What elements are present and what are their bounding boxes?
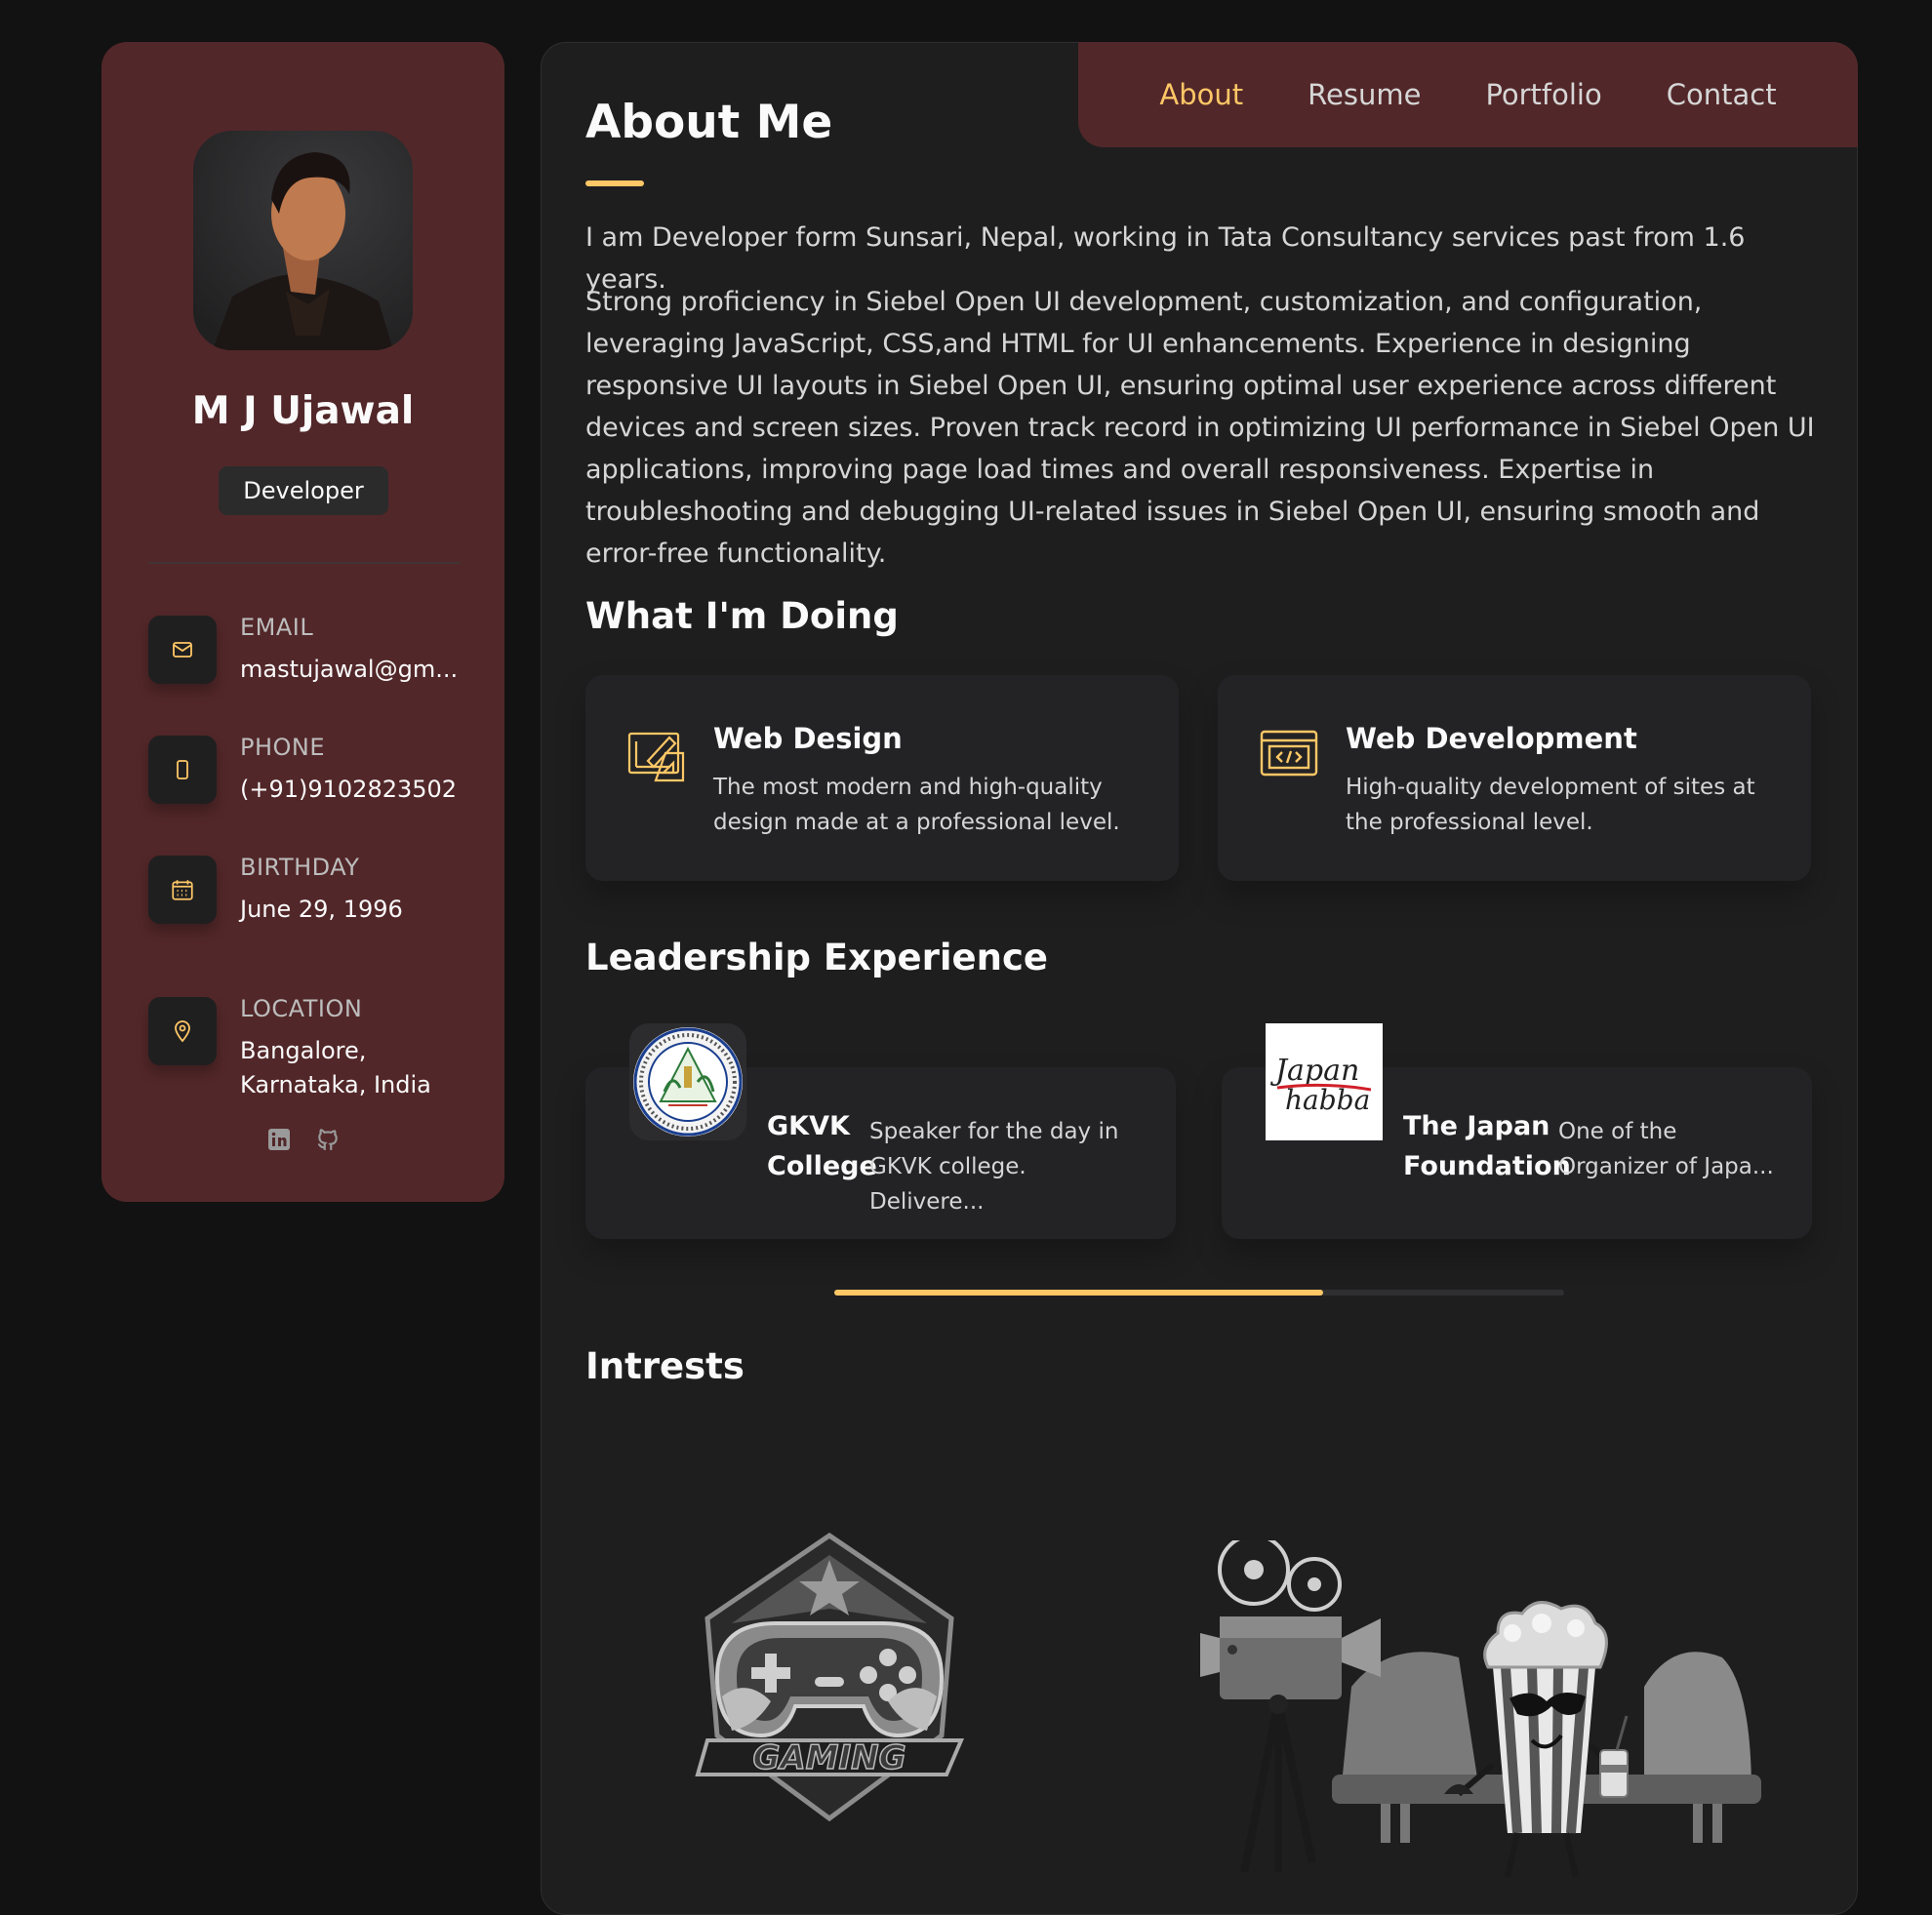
profile-sidebar: M J Ujawal Developer EMAIL mastujawal@gm… <box>101 42 504 1202</box>
nav-resume[interactable]: Resume <box>1308 78 1421 111</box>
role-badge: Developer <box>219 466 388 515</box>
nav-contact[interactable]: Contact <box>1667 78 1777 111</box>
leadership-card-japan-foundation[interactable]: Japan habba The Japan Foundation One of … <box>1222 1023 1812 1239</box>
section-title-doing: What I'm Doing <box>585 595 899 637</box>
email-link[interactable]: mastujawal@gm... <box>240 653 474 687</box>
social-links <box>101 1127 504 1152</box>
code-icon <box>1259 724 1319 784</box>
service-card-web-design: Web Design The most modern and high-qual… <box>585 675 1179 881</box>
gaming-emblem: GAMING <box>678 1531 981 1827</box>
nav-about[interactable]: About <box>1159 78 1243 111</box>
logo-text-japan: Japan <box>1269 1054 1359 1088</box>
movies-illustration <box>1147 1534 1830 1895</box>
nav-portfolio[interactable]: Portfolio <box>1485 78 1601 111</box>
title-underline <box>585 180 644 186</box>
service-title: Web Development <box>1346 722 1637 755</box>
leadership-name: The Japan Foundation <box>1403 1111 1571 1181</box>
scrollbar-thumb[interactable] <box>834 1290 1324 1296</box>
leadership-name: GKVK College <box>767 1111 877 1181</box>
section-title-leadership: Leadership Experience <box>585 937 1048 978</box>
contact-label: LOCATION <box>240 995 363 1022</box>
service-title: Web Design <box>713 722 903 755</box>
contact-label: EMAIL <box>240 614 314 641</box>
navbar: About Resume Portfolio Contact <box>1078 42 1858 147</box>
contact-label: PHONE <box>240 734 326 761</box>
contact-label: BIRTHDAY <box>240 854 360 881</box>
main-panel: About Resume Portfolio Contact About Me … <box>541 42 1858 1915</box>
section-title-interests: Intrests <box>585 1345 745 1387</box>
location-value: Bangalore, Karnataka, India <box>240 1037 431 1098</box>
location-pin-icon <box>148 997 217 1065</box>
service-text: The most modern and high-quality design … <box>713 775 1120 835</box>
phone-icon <box>148 736 217 804</box>
avatar <box>193 131 413 350</box>
gaming-text: GAMING <box>752 1738 906 1777</box>
leadership-card-gkvk[interactable]: GKVK College Speaker for the day in GKVK… <box>585 1023 1176 1239</box>
leadership-text: Speaker for the day in GKVK college. Del… <box>869 1119 1119 1215</box>
service-card-web-development: Web Development High-quality development… <box>1218 675 1811 881</box>
design-icon <box>626 724 687 784</box>
service-text: High-quality development of sites at the… <box>1346 775 1755 835</box>
page-title: About Me <box>585 96 833 149</box>
phone-link[interactable]: (+91)9102823502 <box>240 773 474 807</box>
leadership-scrollbar[interactable] <box>834 1290 1564 1296</box>
profile-name: M J Ujawal <box>191 389 415 433</box>
mail-icon <box>148 616 217 684</box>
calendar-icon <box>148 856 217 924</box>
japan-habba-logo: Japan habba <box>1266 1023 1383 1140</box>
github-icon[interactable] <box>315 1127 341 1152</box>
birthday-value: June 29, 1996 <box>240 896 403 923</box>
divider <box>148 562 461 564</box>
about-details: Strong proficiency in Siebel Open UI dev… <box>585 287 1815 569</box>
gkvk-seal-logo <box>629 1023 746 1140</box>
linkedin-icon[interactable] <box>266 1127 292 1152</box>
leadership-text: One of the Organizer of Japa... <box>1558 1119 1774 1179</box>
